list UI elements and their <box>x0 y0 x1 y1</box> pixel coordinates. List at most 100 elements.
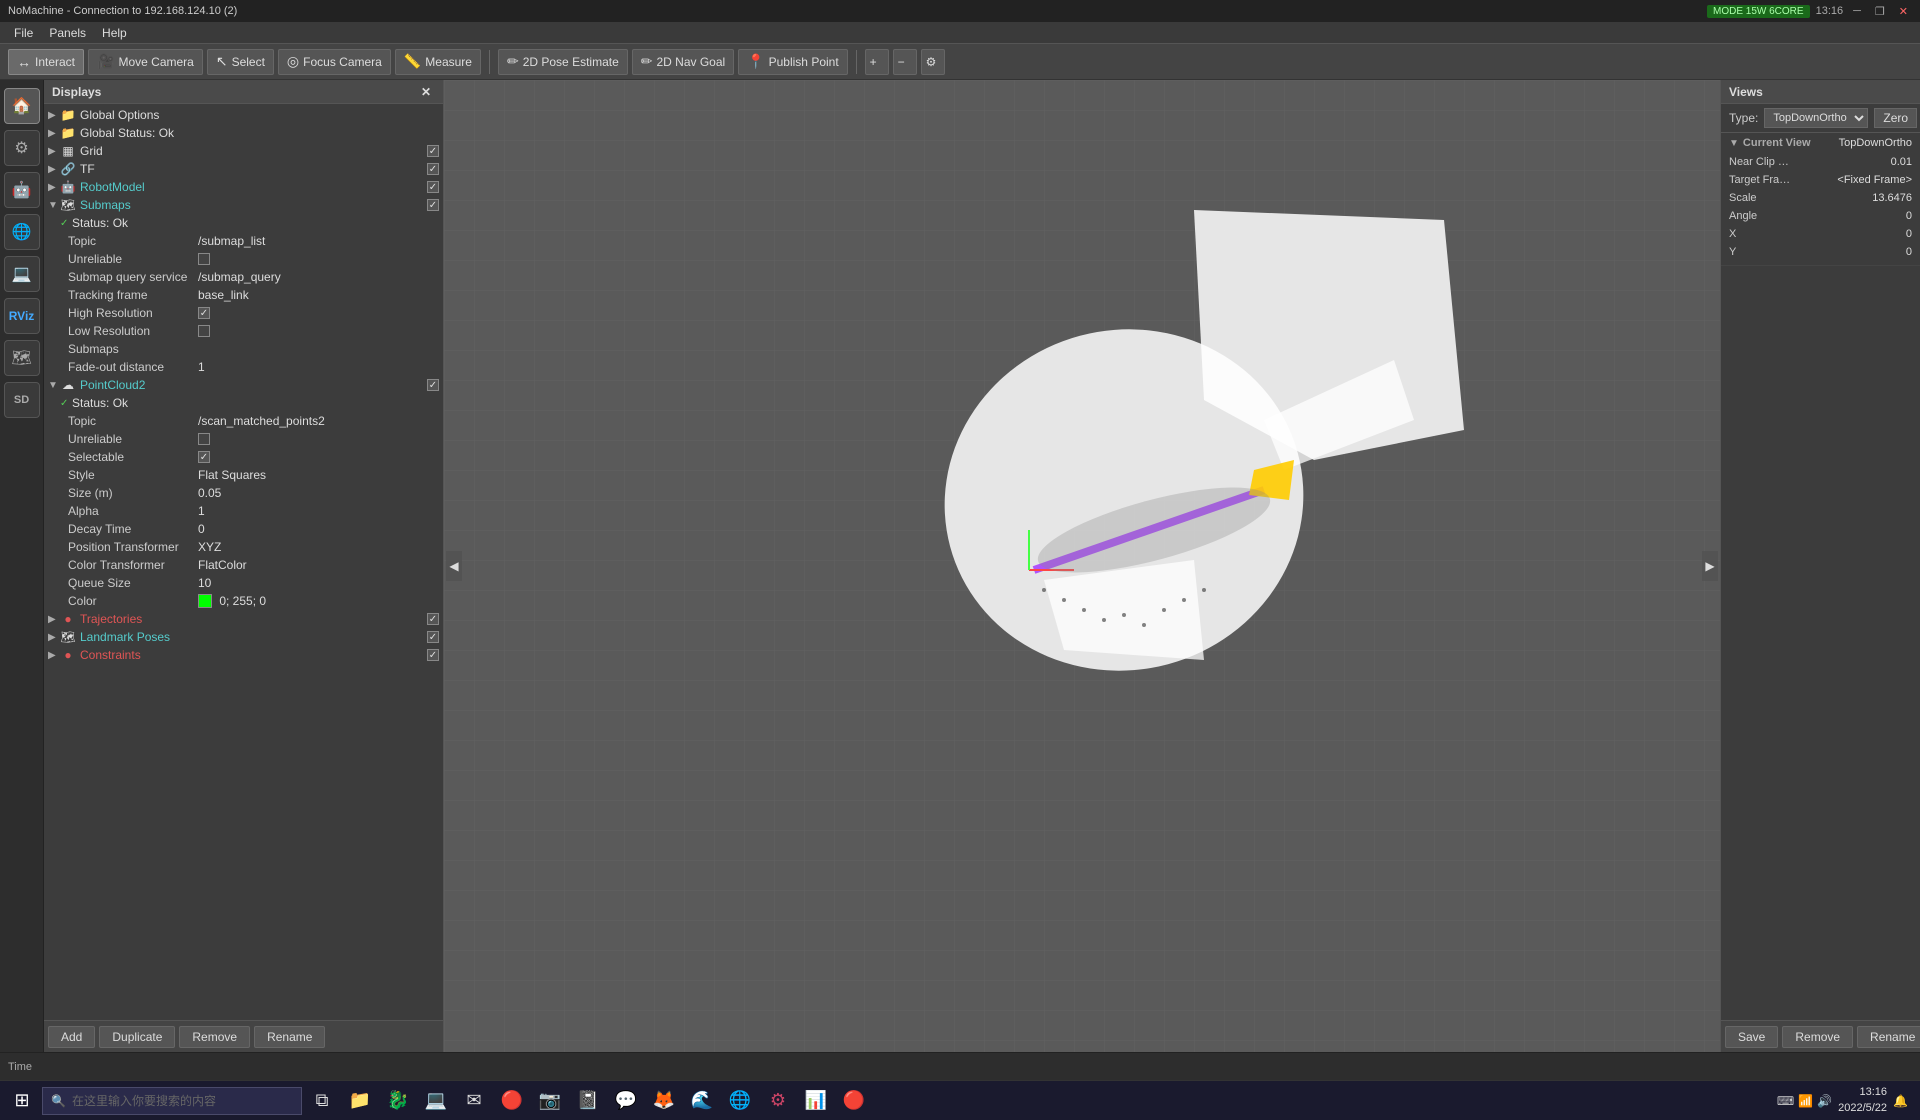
taskbar-app1-icon[interactable]: 🐉 <box>380 1083 416 1119</box>
color-swatch <box>198 594 212 608</box>
taskbar-app5-icon[interactable]: 📊 <box>798 1083 834 1119</box>
tree-item-global-status[interactable]: ▶ 📁 Global Status: Ok <box>44 124 443 142</box>
low-res-checkbox[interactable] <box>198 325 210 337</box>
taskbar-app6-icon[interactable]: 🔴 <box>836 1083 872 1119</box>
taskbar-multitask-icon[interactable]: ⧉ <box>304 1083 340 1119</box>
interact-button[interactable]: ↔ Interact <box>8 49 84 75</box>
nav-icon: ✏ <box>641 53 653 70</box>
zoom-out-button[interactable]: − <box>893 49 917 75</box>
submaps-status-label: Status: Ok <box>72 216 439 230</box>
taskbar-camera-icon[interactable]: 📷 <box>532 1083 568 1119</box>
nm-minimize-btn[interactable]: ─ <box>1849 5 1865 17</box>
publish-point-button[interactable]: 📍 Publish Point <box>738 49 847 75</box>
tree-item-submaps[interactable]: ▼ 🗺 Submaps <box>44 196 443 214</box>
taskbar-edge-icon[interactable]: 🌊 <box>684 1083 720 1119</box>
displays-footer: Add Duplicate Remove Rename <box>44 1020 443 1052</box>
taskbar-browser2-icon[interactable]: 🌐 <box>722 1083 758 1119</box>
measure-button[interactable]: 📏 Measure <box>395 49 481 75</box>
tree-item-trajectories[interactable]: ▶ ● Trajectories <box>44 610 443 628</box>
landmark-checkbox[interactable] <box>427 631 439 643</box>
sidebar-sd-icon[interactable]: SD <box>4 382 40 418</box>
grid-icon: ▦ <box>60 143 76 159</box>
taskbar-files-icon[interactable]: 📁 <box>342 1083 378 1119</box>
move-camera-button[interactable]: 🎥 Move Camera <box>88 49 203 75</box>
zero-button[interactable]: Zero <box>1874 108 1917 128</box>
taskbar-search[interactable]: 🔍 在这里输入你要搜索的内容 <box>42 1087 302 1115</box>
menu-help[interactable]: Help <box>94 24 135 42</box>
sidebar-map-icon[interactable]: 🗺 <box>4 340 40 376</box>
tree-item-robotmodel[interactable]: ▶ 🤖 RobotModel <box>44 178 443 196</box>
taskbar-app3-icon[interactable]: 🔴 <box>494 1083 530 1119</box>
focus-camera-button[interactable]: ◎ Focus Camera <box>278 49 391 75</box>
tree-item-pointcloud2[interactable]: ▼ ☁ PointCloud2 <box>44 376 443 394</box>
map-visualization <box>444 80 1720 1052</box>
pc2-unreliable-checkbox[interactable] <box>198 433 210 445</box>
views-save-button[interactable]: Save <box>1725 1026 1778 1048</box>
status-icon: 📁 <box>60 125 76 141</box>
views-remove-button[interactable]: Remove <box>1782 1026 1853 1048</box>
rename-button[interactable]: Rename <box>254 1026 325 1048</box>
unreliable-checkbox[interactable] <box>198 253 210 265</box>
displays-close-button[interactable]: ✕ <box>417 85 435 99</box>
expand-arrow: ▶ <box>48 182 60 193</box>
zoom-in-button[interactable]: + <box>865 49 889 75</box>
tf-checkbox[interactable] <box>427 163 439 175</box>
settings-button[interactable]: ⚙ <box>921 49 945 75</box>
sidebar-rviz-icon[interactable]: RViz <box>4 298 40 334</box>
taskbar-app4-icon[interactable]: ⚙ <box>760 1083 796 1119</box>
scale-label: Scale <box>1729 192 1757 204</box>
pose-estimate-button[interactable]: ✏ 2D Pose Estimate <box>498 49 628 75</box>
global-status-label: Global Status: Ok <box>80 126 439 140</box>
notifications-icon[interactable]: 🔔 <box>1893 1094 1908 1108</box>
views-panel: Views Type: TopDownOrtho Zero ▼ Current … <box>1720 80 1920 1052</box>
trajectories-checkbox[interactable] <box>427 613 439 625</box>
expand-arrow: ▼ <box>48 200 60 211</box>
add-button[interactable]: Add <box>48 1026 95 1048</box>
sidebar-network-icon[interactable]: 🌐 <box>4 214 40 250</box>
taskbar-email-icon[interactable]: ✉ <box>456 1083 492 1119</box>
displays-content[interactable]: ▶ 📁 Global Options ▶ 📁 Global Status: Ok… <box>44 104 443 1020</box>
search-icon: 🔍 <box>51 1094 66 1108</box>
sidebar-terminal-icon[interactable]: 💻 <box>4 256 40 292</box>
sidebar-robot-icon[interactable]: 🤖 <box>4 172 40 208</box>
submaps-status: ✓ Status: Ok <box>44 214 443 232</box>
prop-tracking-frame: Tracking frame base_link <box>44 286 443 304</box>
taskbar-notes-icon[interactable]: 📓 <box>570 1083 606 1119</box>
nav-goal-button[interactable]: ✏ 2D Nav Goal <box>632 49 734 75</box>
tree-item-global-options[interactable]: ▶ 📁 Global Options <box>44 106 443 124</box>
viewport-3d[interactable]: ◀ ▶ <box>444 80 1720 1052</box>
menu-panels[interactable]: Panels <box>41 24 94 42</box>
sidebar-home-icon[interactable]: 🏠 <box>4 88 40 124</box>
selectable-checkbox[interactable] <box>198 451 210 463</box>
submaps-checkbox[interactable] <box>427 199 439 211</box>
viewport-right-arrow[interactable]: ▶ <box>1702 551 1718 581</box>
taskbar-chat-icon[interactable]: 💬 <box>608 1083 644 1119</box>
views-rename-button[interactable]: Rename <box>1857 1026 1920 1048</box>
taskbar-app2-icon[interactable]: 💻 <box>418 1083 454 1119</box>
taskbar-firefox-icon[interactable]: 🦊 <box>646 1083 682 1119</box>
target-frame-label: Target Fra… <box>1729 174 1790 186</box>
view-type-select[interactable]: TopDownOrtho <box>1764 108 1868 128</box>
taskbar-start-button[interactable]: ⊞ <box>4 1083 40 1119</box>
nm-close-btn[interactable]: ✕ <box>1895 5 1912 18</box>
pointcloud2-checkbox[interactable] <box>427 379 439 391</box>
select-button[interactable]: ↖ Select <box>207 49 274 75</box>
tree-item-grid[interactable]: ▶ ▦ Grid <box>44 142 443 160</box>
viewport-left-arrow[interactable]: ◀ <box>446 551 462 581</box>
high-res-checkbox[interactable] <box>198 307 210 319</box>
sidebar-settings-icon[interactable]: ⚙ <box>4 130 40 166</box>
nm-restore-btn[interactable]: ❐ <box>1871 5 1889 18</box>
remove-button[interactable]: Remove <box>179 1026 250 1048</box>
tree-item-tf[interactable]: ▶ 🔗 TF <box>44 160 443 178</box>
duplicate-button[interactable]: Duplicate <box>99 1026 175 1048</box>
tree-item-landmark-poses[interactable]: ▶ 🗺 Landmark Poses <box>44 628 443 646</box>
robotmodel-checkbox[interactable] <box>427 181 439 193</box>
tree-item-constraints[interactable]: ▶ ● Constraints <box>44 646 443 664</box>
robot-icon: 🤖 <box>60 179 76 195</box>
expand-arrow: ▶ <box>48 146 60 157</box>
volume-icon: 🔊 <box>1817 1094 1832 1108</box>
grid-checkbox[interactable] <box>427 145 439 157</box>
constraints-checkbox[interactable] <box>427 649 439 661</box>
menu-file[interactable]: File <box>6 24 41 42</box>
current-view-section: ▼ Current View TopDownOrtho Near Clip … … <box>1721 133 1920 266</box>
